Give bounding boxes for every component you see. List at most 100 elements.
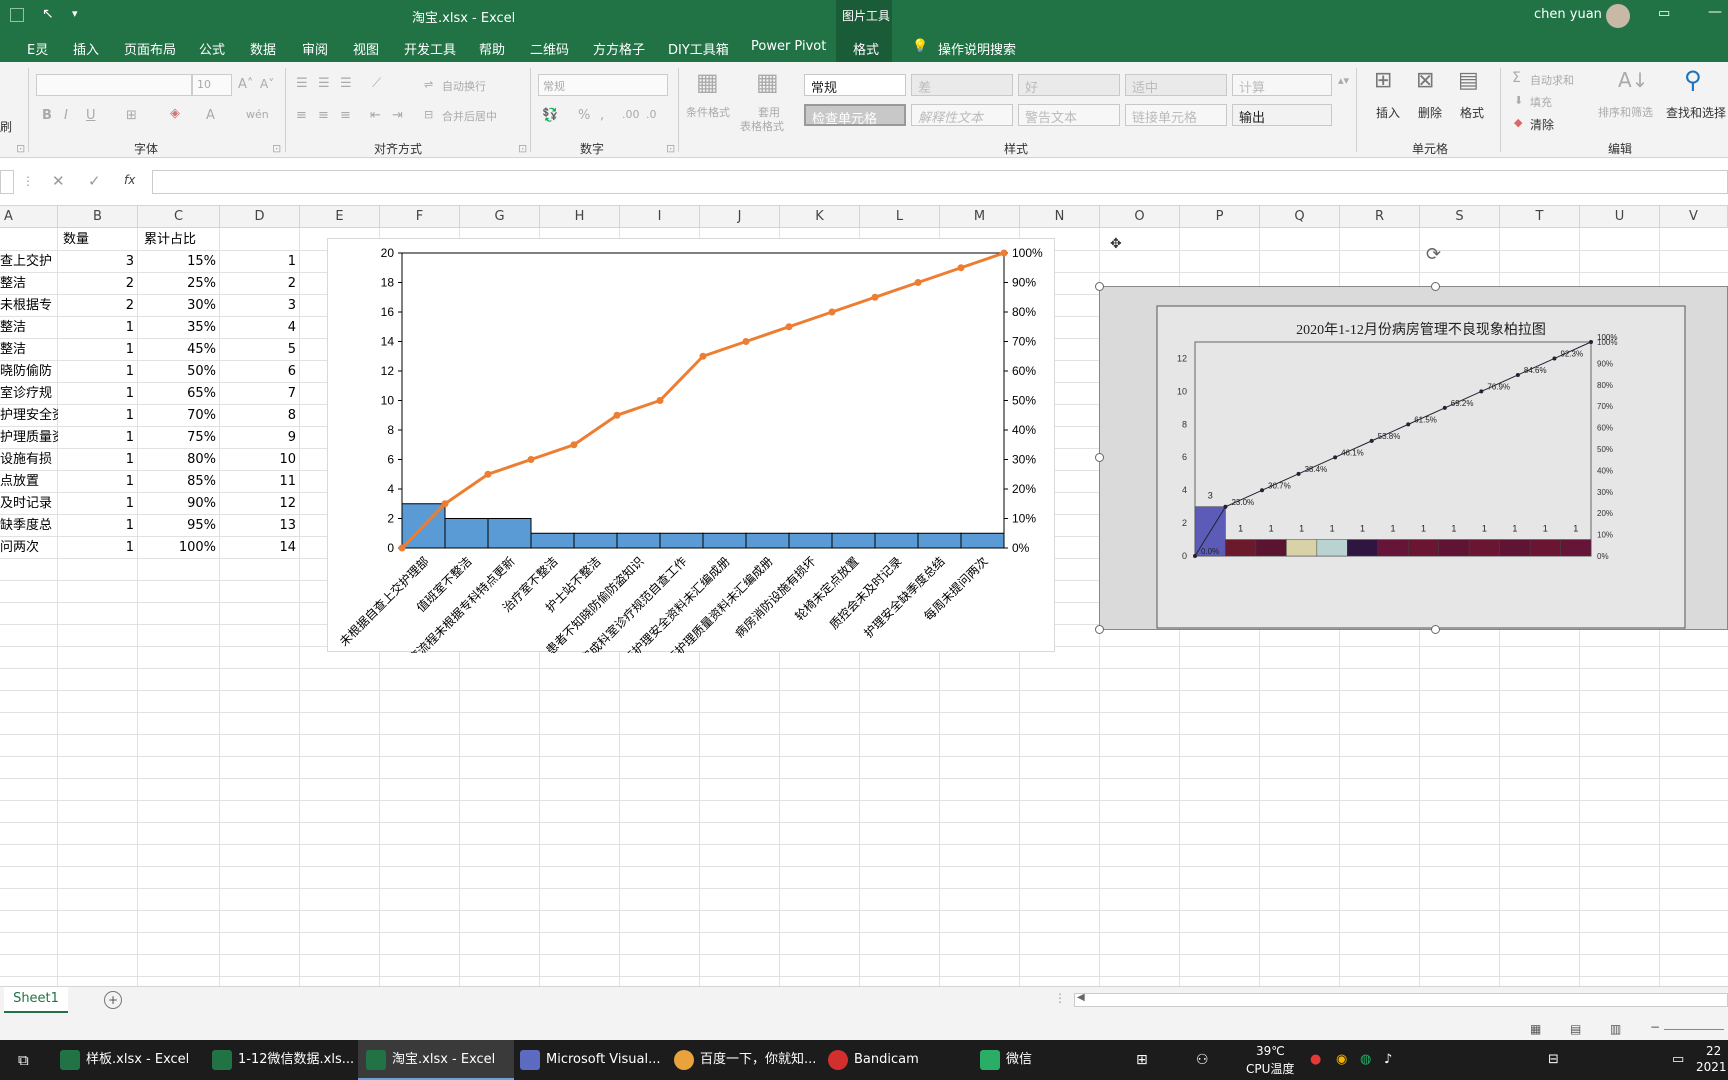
- align-right-icon[interactable]: ≡: [340, 108, 351, 123]
- style-good[interactable]: 好: [1018, 74, 1120, 96]
- taskbar-app-excel-wechat-data[interactable]: 1-12微信数据.xls...: [212, 1040, 360, 1080]
- name-box[interactable]: [0, 170, 14, 194]
- table-cell-a[interactable]: 护理安全资: [0, 405, 58, 427]
- taskbar-app-wechat[interactable]: 微信: [980, 1040, 1080, 1080]
- resize-handle[interactable]: [1431, 282, 1440, 291]
- worksheet-grid[interactable]: ABCDEFGHIJKLMNOPQRSTUV 数量 累计占比 查上交护 3 15% 1…: [0, 206, 1728, 986]
- align-launcher-icon[interactable]: ⊡: [518, 142, 527, 155]
- bold-icon[interactable]: B: [42, 108, 52, 123]
- table-cell-d[interactable]: 4: [220, 317, 300, 339]
- merge-icon[interactable]: ⊟: [424, 108, 433, 121]
- table-cell-d[interactable]: 2: [220, 273, 300, 295]
- border-icon[interactable]: ⊞: [126, 108, 137, 123]
- column-header[interactable]: A: [0, 206, 58, 228]
- table-cell-c[interactable]: 100%: [138, 537, 220, 559]
- sort-filter-icon[interactable]: A↓: [1618, 68, 1648, 92]
- taskbar-app-visual-studio[interactable]: Microsoft Visual...: [520, 1040, 668, 1080]
- table-cell-c[interactable]: 15%: [138, 251, 220, 273]
- style-bad[interactable]: 差: [911, 74, 1013, 96]
- network-icon[interactable]: ⊟: [1548, 1040, 1559, 1080]
- column-header[interactable]: S: [1420, 206, 1500, 228]
- delete-cells-button[interactable]: 删除: [1418, 104, 1442, 121]
- format-cells-icon[interactable]: ▤: [1458, 68, 1479, 93]
- fill-button[interactable]: 填充: [1530, 94, 1552, 110]
- tab-data[interactable]: 数据: [250, 39, 276, 58]
- table-cell-a[interactable]: 查上交护: [0, 251, 58, 273]
- table-cell-b[interactable]: 1: [58, 427, 138, 449]
- table-cell-a[interactable]: 室诊疗规: [0, 383, 58, 405]
- tray-app-icon[interactable]: ◉: [1336, 1040, 1347, 1080]
- tab-fangfang[interactable]: 方方格子: [593, 39, 645, 58]
- table-cell-a[interactable]: 设施有损: [0, 449, 58, 471]
- table-cell-c[interactable]: 75%: [138, 427, 220, 449]
- table-cell-b[interactable]: 1: [58, 515, 138, 537]
- comma-icon[interactable]: ,: [600, 108, 604, 123]
- find-select-button[interactable]: 查找和选择: [1666, 104, 1726, 121]
- column-header[interactable]: C: [138, 206, 220, 228]
- table-cell-d[interactable]: 10: [220, 449, 300, 471]
- decrease-indent-icon[interactable]: ⇤: [370, 108, 381, 123]
- wrap-text-button[interactable]: 自动换行: [442, 78, 486, 94]
- conditional-format-button[interactable]: 条件格式: [686, 104, 730, 120]
- scroll-left-icon[interactable]: ◀: [1077, 992, 1085, 1003]
- table-cell-c[interactable]: 90%: [138, 493, 220, 515]
- decrease-decimal-icon[interactable]: .0: [646, 108, 657, 121]
- align-bottom-icon[interactable]: ☰: [340, 76, 352, 91]
- format-cells-button[interactable]: 格式: [1460, 104, 1484, 121]
- column-header[interactable]: I: [620, 206, 700, 228]
- tab-insert[interactable]: 插入: [73, 39, 99, 58]
- ime-icon[interactable]: ⊞: [1136, 1040, 1148, 1080]
- table-cell-c[interactable]: 25%: [138, 273, 220, 295]
- autosave-icon[interactable]: [10, 8, 24, 22]
- table-cell-c[interactable]: 80%: [138, 449, 220, 471]
- cancel-icon[interactable]: ✕: [52, 172, 65, 190]
- align-left-icon[interactable]: ≡: [296, 108, 307, 123]
- table-cell-d[interactable]: 13: [220, 515, 300, 537]
- table-cell-a[interactable]: 问两次: [0, 537, 58, 559]
- column-header[interactable]: F: [380, 206, 460, 228]
- orientation-icon[interactable]: ⟋: [372, 76, 381, 91]
- table-cell-d[interactable]: 9: [220, 427, 300, 449]
- taskbar-app-excel-taobao[interactable]: 淘宝.xlsx - Excel: [358, 1040, 514, 1080]
- table-cell-c[interactable]: 30%: [138, 295, 220, 317]
- table-cell-a[interactable]: 及时记录: [0, 493, 58, 515]
- table-cell-d[interactable]: 14: [220, 537, 300, 559]
- table-cell-a[interactable]: 晓防偷防: [0, 361, 58, 383]
- column-header[interactable]: Q: [1260, 206, 1340, 228]
- resize-handle[interactable]: [1095, 282, 1104, 291]
- column-header[interactable]: L: [860, 206, 940, 228]
- shrink-font-icon[interactable]: A˅: [260, 77, 274, 91]
- format-painter-button[interactable]: 刷: [0, 118, 12, 135]
- column-header[interactable]: H: [540, 206, 620, 228]
- table-cell-b[interactable]: 2: [58, 295, 138, 317]
- font-size-select[interactable]: 10: [192, 74, 232, 96]
- table-cell-d[interactable]: 3: [220, 295, 300, 317]
- fill-color-icon[interactable]: ◈: [170, 106, 180, 121]
- tab-qrcode[interactable]: 二维码: [530, 39, 569, 58]
- table-cell-c[interactable]: 70%: [138, 405, 220, 427]
- people-icon[interactable]: ⚇: [1196, 1040, 1209, 1080]
- page-layout-view-icon[interactable]: ▤: [1570, 1022, 1581, 1036]
- insert-function-icon[interactable]: fx: [124, 173, 135, 187]
- table-cell-d[interactable]: 5: [220, 339, 300, 361]
- column-header[interactable]: P: [1180, 206, 1260, 228]
- table-cell-d[interactable]: 1: [220, 251, 300, 273]
- merge-center-button[interactable]: 合并后居中: [442, 108, 497, 124]
- currency-icon[interactable]: 💱: [542, 108, 558, 123]
- column-header[interactable]: O: [1100, 206, 1180, 228]
- table-cell-d[interactable]: 12: [220, 493, 300, 515]
- style-check-cell[interactable]: 检查单元格: [804, 104, 906, 127]
- record-icon[interactable]: ●: [1310, 1040, 1321, 1080]
- table-cell-b[interactable]: 1: [58, 339, 138, 361]
- table-format-button-line2[interactable]: 表格格式: [740, 118, 784, 134]
- table-cell-d[interactable]: 8: [220, 405, 300, 427]
- column-header[interactable]: V: [1660, 206, 1728, 228]
- style-warning[interactable]: 警告文本: [1018, 104, 1120, 126]
- column-header[interactable]: J: [700, 206, 780, 228]
- column-header[interactable]: R: [1340, 206, 1420, 228]
- formula-input[interactable]: [152, 170, 1728, 194]
- align-top-icon[interactable]: ☰: [296, 76, 308, 91]
- number-launcher-icon[interactable]: ⊡: [666, 142, 675, 155]
- tab-format[interactable]: 格式: [853, 39, 879, 58]
- column-header[interactable]: B: [58, 206, 138, 228]
